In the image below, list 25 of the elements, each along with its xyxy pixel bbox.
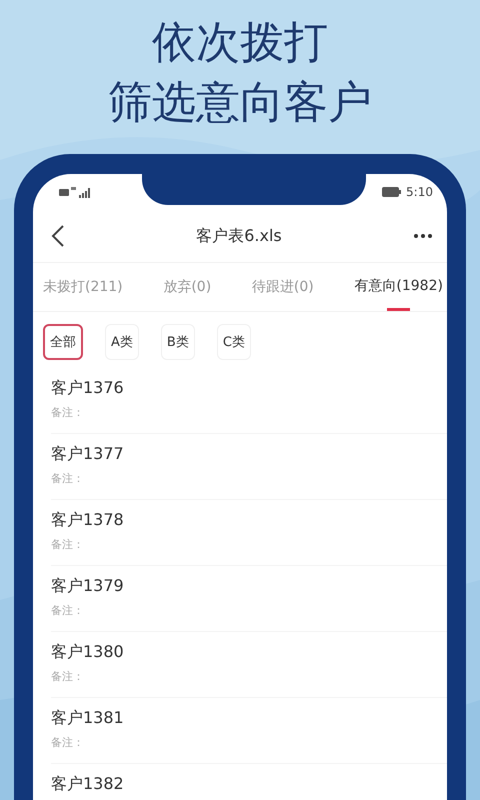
headline: 筛选意向客户 xyxy=(108,76,372,130)
customer-name: 客户1381 xyxy=(51,708,125,729)
filter-chip[interactable]: B类 xyxy=(160,324,195,360)
nav-title: 客户表6.xls xyxy=(196,226,282,246)
more-icon xyxy=(412,233,433,239)
filter-chip[interactable]: C类 xyxy=(216,324,251,360)
customer-note: 备注： xyxy=(51,735,85,750)
battery-icon xyxy=(382,187,402,197)
customer-name: 客户1377 xyxy=(51,444,125,465)
tab[interactable]: 有意向(1982) xyxy=(352,263,445,311)
customer-name: 客户1379 xyxy=(51,576,125,597)
customer-note: 备注： xyxy=(51,405,85,420)
customer-note: 备注： xyxy=(51,603,85,618)
customer-note: 备注： xyxy=(51,669,85,684)
customer-name: 客户1378 xyxy=(51,510,125,531)
customer-note: 备注： xyxy=(51,537,85,552)
filter-chip[interactable]: 全部 xyxy=(43,324,83,360)
filter-chip[interactable]: A类 xyxy=(105,324,139,360)
status-time: 5:10 xyxy=(406,185,433,199)
customer-name: 客户1380 xyxy=(51,642,125,663)
customer-name: 客户1376 xyxy=(51,378,125,399)
headline: 依次拨打 xyxy=(152,16,328,70)
customer-note: 备注： xyxy=(51,471,85,486)
customer-name: 客户1382 xyxy=(51,774,125,795)
back-icon xyxy=(51,224,65,248)
